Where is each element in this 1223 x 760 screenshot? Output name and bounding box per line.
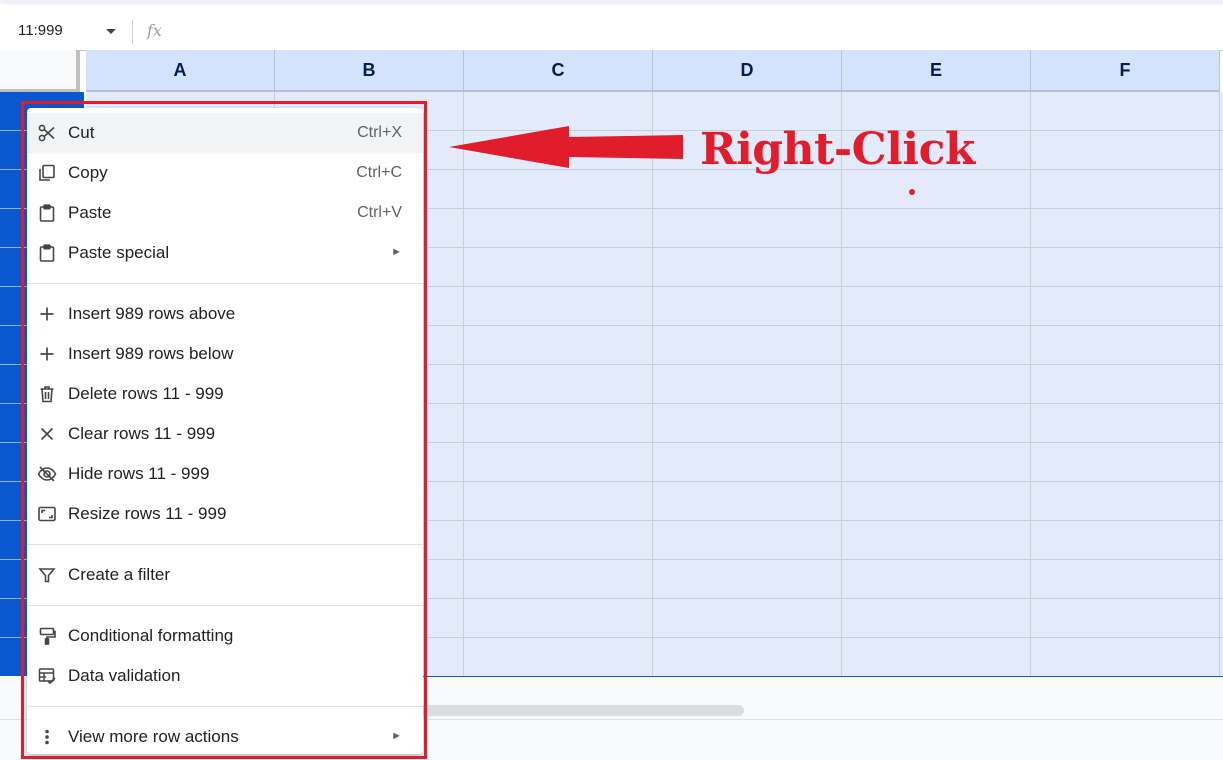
annotation-label: Right-Click	[700, 124, 975, 175]
menu-item-label: Cut	[68, 123, 95, 142]
menu-item-cut[interactable]: Cut Ctrl+X	[27, 113, 423, 153]
menu-divider	[27, 283, 423, 284]
name-box[interactable]: 11:999	[18, 22, 63, 39]
column-headers: A B C D E F	[86, 50, 1220, 92]
menu-item-label: Insert 989 rows above	[68, 304, 236, 323]
eye-off-icon	[37, 464, 57, 484]
menu-item-hide-rows[interactable]: Hide rows 11 - 999	[27, 454, 423, 494]
menu-item-conditional-formatting[interactable]: Conditional formatting	[27, 616, 423, 656]
menu-item-label: Insert 989 rows below	[68, 344, 234, 363]
menu-item-label: Resize rows 11 - 999	[68, 504, 227, 523]
formula-bar-divider	[132, 20, 133, 44]
row-context-menu: Cut Ctrl+X Copy Ctrl+C Paste Ctrl+V Past…	[27, 108, 423, 754]
filter-icon	[37, 565, 57, 585]
menu-item-label: Data validation	[68, 666, 181, 685]
column-header-d[interactable]: D	[653, 50, 842, 92]
menu-item-copy[interactable]: Copy Ctrl+C	[27, 153, 423, 193]
plus-icon	[37, 304, 57, 324]
trash-icon	[37, 384, 57, 404]
resize-icon	[37, 504, 57, 524]
menu-item-label: Create a filter	[68, 565, 171, 584]
menu-divider	[27, 544, 423, 545]
menu-item-label: Delete rows 11 - 999	[68, 384, 224, 403]
column-header-a[interactable]: A	[86, 50, 275, 92]
menu-item-shortcut: Ctrl+V	[357, 204, 402, 221]
fx-icon: fx	[147, 21, 162, 40]
column-header-e[interactable]: E	[842, 50, 1031, 92]
close-icon	[37, 424, 57, 444]
paint-roller-icon	[37, 626, 57, 646]
window-top-strip	[0, 0, 1223, 5]
select-all-corner[interactable]	[0, 50, 80, 92]
annotation-arrow-icon	[449, 126, 683, 168]
menu-item-insert-rows-below[interactable]: Insert 989 rows below	[27, 334, 423, 374]
submenu-arrow-icon: ►	[391, 246, 402, 258]
paste-icon	[37, 203, 57, 223]
data-validation-icon	[37, 666, 57, 686]
menu-item-clear-rows[interactable]: Clear rows 11 - 999	[27, 414, 423, 454]
copy-icon	[37, 163, 57, 183]
menu-item-label: Paste special	[68, 243, 170, 262]
column-header-b[interactable]: B	[275, 50, 464, 92]
menu-item-create-filter[interactable]: Create a filter	[27, 555, 423, 595]
menu-item-shortcut: Ctrl+X	[357, 124, 402, 141]
name-box-dropdown-icon[interactable]	[106, 29, 116, 34]
formula-bar: 11:999 fx	[0, 12, 1223, 51]
menu-item-resize-rows[interactable]: Resize rows 11 - 999	[27, 494, 423, 534]
menu-item-label: Hide rows 11 - 999	[68, 464, 210, 483]
menu-item-label: Conditional formatting	[68, 626, 234, 645]
menu-item-label: Clear rows 11 - 999	[68, 424, 216, 443]
column-header-c[interactable]: C	[464, 50, 653, 92]
more-vert-icon	[37, 727, 57, 747]
menu-divider	[27, 605, 423, 606]
submenu-arrow-icon: ►	[391, 730, 402, 742]
menu-item-label: Copy	[68, 163, 108, 182]
column-header-f[interactable]: F	[1031, 50, 1220, 92]
annotation-dot	[909, 189, 915, 195]
menu-item-paste-special[interactable]: Paste special ►	[27, 233, 423, 273]
horizontal-scrollbar[interactable]	[420, 705, 744, 716]
menu-divider	[27, 706, 423, 707]
menu-item-label: Paste	[68, 203, 112, 222]
menu-item-insert-rows-above[interactable]: Insert 989 rows above	[27, 294, 423, 334]
menu-item-view-more-row-actions[interactable]: View more row actions ►	[27, 717, 423, 757]
cut-icon	[37, 123, 57, 143]
menu-item-label: View more row actions	[68, 727, 239, 746]
menu-item-delete-rows[interactable]: Delete rows 11 - 999	[27, 374, 423, 414]
menu-item-shortcut: Ctrl+C	[356, 164, 402, 181]
menu-item-data-validation[interactable]: Data validation	[27, 656, 423, 696]
paste-special-icon	[37, 243, 57, 263]
plus-icon	[37, 344, 57, 364]
menu-item-paste[interactable]: Paste Ctrl+V	[27, 193, 423, 233]
